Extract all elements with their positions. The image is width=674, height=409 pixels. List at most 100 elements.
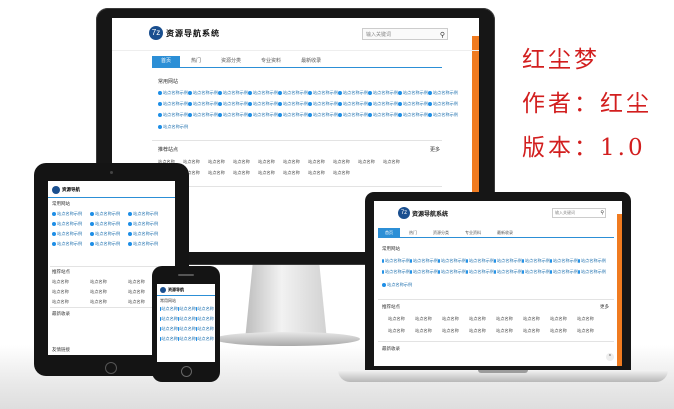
- site-link[interactable]: 站点名称示例: [188, 90, 218, 96]
- site-link[interactable]: 站点名称示例: [52, 231, 90, 237]
- site-link[interactable]: 站点名称: [196, 336, 214, 342]
- site-link[interactable]: 站点名称示例: [218, 90, 248, 96]
- site-link[interactable]: 站点名称示例: [158, 90, 188, 96]
- site-link[interactable]: 站点名称示例: [368, 101, 398, 107]
- site-link[interactable]: 站点名称: [90, 279, 128, 285]
- site-link[interactable]: 站点名称: [90, 289, 128, 295]
- search-input[interactable]: 输入关键词 ⚲: [362, 28, 448, 40]
- site-link[interactable]: 站点名称示例: [368, 112, 398, 118]
- site-link[interactable]: 站点名称示例: [578, 269, 606, 275]
- search-icon[interactable]: ⚲: [600, 209, 604, 217]
- site-link[interactable]: 站点名称: [233, 159, 258, 165]
- site-link[interactable]: 站点名称示例: [188, 112, 218, 118]
- site-link[interactable]: 站点名称: [496, 328, 523, 334]
- site-link[interactable]: 站点名称: [333, 159, 358, 165]
- site-link[interactable]: 站点名称示例: [338, 90, 368, 96]
- site-link[interactable]: 站点名称示例: [308, 112, 338, 118]
- site-link[interactable]: 站点名称: [178, 306, 196, 312]
- site-link[interactable]: 站点名称: [308, 159, 333, 165]
- site-link[interactable]: 站点名称: [283, 170, 308, 176]
- logo-icon[interactable]: 7z: [398, 207, 410, 219]
- site-link[interactable]: 站点名称示例: [278, 90, 308, 96]
- site-link[interactable]: 站点名称: [160, 326, 178, 332]
- site-link[interactable]: 站点名称: [183, 159, 208, 165]
- tab-hot[interactable]: 热门: [182, 56, 210, 67]
- site-link[interactable]: 站点名称示例: [128, 241, 166, 247]
- site-link[interactable]: 站点名称示例: [410, 269, 438, 275]
- site-link[interactable]: 站点名称: [52, 289, 90, 295]
- tab-materials[interactable]: 专业资料: [458, 228, 488, 237]
- site-link[interactable]: 站点名称: [90, 299, 128, 305]
- site-link[interactable]: 站点名称示例: [248, 112, 278, 118]
- site-link[interactable]: 站点名称示例: [428, 112, 458, 118]
- site-link[interactable]: 站点名称示例: [158, 112, 188, 118]
- site-link[interactable]: 站点名称示例: [308, 90, 338, 96]
- site-link[interactable]: 站点名称: [160, 316, 178, 322]
- site-link[interactable]: 站点名称: [523, 328, 550, 334]
- site-link[interactable]: 站点名称示例: [550, 269, 578, 275]
- site-link[interactable]: 站点名称示例: [248, 101, 278, 107]
- site-link[interactable]: 站点名称: [577, 328, 604, 334]
- site-link[interactable]: 站点名称示例: [278, 101, 308, 107]
- site-link[interactable]: 站点名称: [258, 170, 283, 176]
- site-link[interactable]: 站点名称: [469, 316, 496, 322]
- more-link[interactable]: 更多: [600, 304, 609, 310]
- site-link[interactable]: 站点名称示例: [438, 269, 466, 275]
- logo-text[interactable]: 资源导航: [62, 187, 80, 193]
- site-link[interactable]: 站点名称示例: [522, 258, 550, 264]
- site-link[interactable]: 站点名称: [258, 159, 283, 165]
- site-link[interactable]: 站点名称: [442, 316, 469, 322]
- site-link[interactable]: 站点名称示例: [494, 269, 522, 275]
- site-link[interactable]: 站点名称示例: [158, 124, 188, 130]
- site-link[interactable]: 站点名称: [383, 159, 408, 165]
- tab-home[interactable]: 首页: [378, 228, 400, 237]
- site-link[interactable]: 站点名称: [577, 316, 604, 322]
- site-link[interactable]: 站点名称示例: [466, 258, 494, 264]
- site-link[interactable]: 站点名称示例: [90, 211, 128, 217]
- site-link[interactable]: 站点名称: [208, 170, 233, 176]
- site-link[interactable]: 站点名称示例: [438, 258, 466, 264]
- more-link[interactable]: 更多: [430, 146, 440, 153]
- site-link[interactable]: 站点名称示例: [466, 269, 494, 275]
- site-link[interactable]: 站点名称示例: [494, 258, 522, 264]
- logo-text[interactable]: 资源导航: [168, 287, 184, 293]
- site-link[interactable]: 站点名称示例: [218, 112, 248, 118]
- search-input[interactable]: 输入关键词 ⚲: [552, 208, 606, 218]
- site-link[interactable]: 站点名称示例: [382, 258, 410, 264]
- site-link[interactable]: 站点名称: [496, 316, 523, 322]
- site-link[interactable]: 站点名称示例: [218, 101, 248, 107]
- site-link[interactable]: 站点名称示例: [248, 90, 278, 96]
- logo-icon[interactable]: [160, 287, 166, 293]
- site-link[interactable]: 站点名称示例: [52, 241, 90, 247]
- site-link[interactable]: 站点名称: [196, 316, 214, 322]
- site-link[interactable]: 站点名称示例: [368, 90, 398, 96]
- site-link[interactable]: 站点名称: [178, 326, 196, 332]
- site-link[interactable]: 站点名称: [523, 316, 550, 322]
- site-link[interactable]: 站点名称示例: [128, 231, 166, 237]
- site-link[interactable]: 站点名称示例: [398, 112, 428, 118]
- site-link[interactable]: 站点名称: [388, 316, 415, 322]
- phone-home-button[interactable]: [181, 366, 192, 377]
- logo-icon[interactable]: [52, 186, 60, 194]
- site-link[interactable]: 站点名称示例: [398, 101, 428, 107]
- site-link[interactable]: 站点名称: [196, 326, 214, 332]
- site-link[interactable]: 站点名称: [283, 159, 308, 165]
- site-link[interactable]: 站点名称: [415, 328, 442, 334]
- site-link[interactable]: 站点名称示例: [410, 258, 438, 264]
- site-link[interactable]: 站点名称: [178, 336, 196, 342]
- logo-text[interactable]: 资源导航系统: [166, 28, 220, 39]
- tab-latest[interactable]: 最新收录: [292, 56, 330, 67]
- site-link[interactable]: 站点名称: [196, 306, 214, 312]
- site-link[interactable]: 站点名称: [358, 159, 383, 165]
- site-link[interactable]: 站点名称: [233, 170, 258, 176]
- tablet-home-button[interactable]: [105, 362, 117, 374]
- site-link[interactable]: 站点名称示例: [308, 101, 338, 107]
- back-to-top-icon[interactable]: ⌃: [606, 353, 614, 361]
- site-link[interactable]: 站点名称: [208, 159, 233, 165]
- site-link[interactable]: 站点名称: [52, 299, 90, 305]
- site-link[interactable]: 站点名称: [178, 316, 196, 322]
- site-link[interactable]: 站点名称示例: [278, 112, 308, 118]
- site-link[interactable]: 站点名称示例: [382, 282, 412, 288]
- site-link[interactable]: 站点名称示例: [90, 231, 128, 237]
- site-link[interactable]: 站点名称示例: [428, 90, 458, 96]
